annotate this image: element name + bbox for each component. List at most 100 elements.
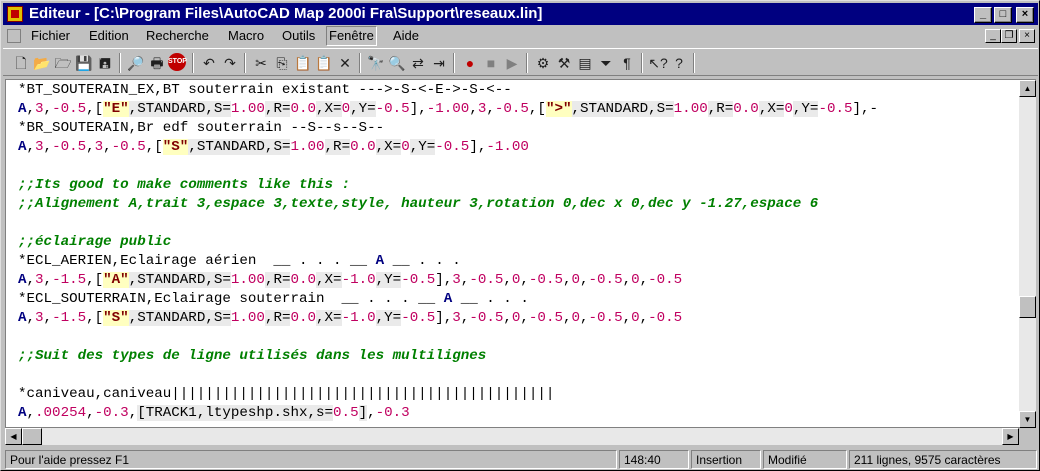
redo-icon[interactable]: ↷ xyxy=(220,53,240,73)
code-token: 1.00 xyxy=(673,101,708,117)
filter-icon[interactable]: ⏷ xyxy=(596,53,616,73)
undo-icon[interactable]: ↶ xyxy=(199,53,219,73)
stop-record-icon[interactable]: ■ xyxy=(481,53,501,73)
code-token: 1.00 xyxy=(230,272,265,288)
text-editor[interactable]: *BT_SOUTERAIN_EX,BT souterrain existant … xyxy=(5,79,1019,428)
paste-special-icon[interactable]: 📋 xyxy=(314,53,334,73)
editor-window: Editeur - [C:\Program Files\AutoCAD Map … xyxy=(0,0,1040,471)
find-file-icon[interactable]: 🔎 xyxy=(126,53,146,73)
open-folder-icon[interactable]: 🗁 xyxy=(53,53,73,73)
menu-edition[interactable]: Edition xyxy=(89,26,129,46)
code-line[interactable]: *BR_SOUTERAIN,Br edf souterrain --S--s--… xyxy=(18,119,384,138)
open-icon[interactable]: 📂 xyxy=(32,53,52,73)
scroll-left-icon[interactable]: ◀ xyxy=(5,428,22,445)
code-token: ,Y= xyxy=(409,139,436,155)
code-line[interactable]: *BT_SOUTERAIN_EX,BT souterrain existant … xyxy=(18,81,512,100)
horizontal-scrollbar[interactable]: ◀ ▶ xyxy=(5,428,1019,445)
menu-recherche[interactable]: Recherche xyxy=(146,26,209,46)
code-line[interactable]: A,3,-0.5,3,-0.5,["S",STANDARD,S=1.00,R=0… xyxy=(18,138,529,157)
new-icon[interactable]: 🗋 xyxy=(11,53,31,73)
code-line[interactable]: A,3,-1.5,["A",STANDARD,S=1.00,R=0.0,X=-1… xyxy=(18,271,682,290)
save-icon[interactable]: 💾 xyxy=(74,53,94,73)
paste-icon[interactable]: 📋 xyxy=(293,53,313,73)
code-line[interactable]: ;;éclairage public xyxy=(18,233,171,252)
code-token: 0.5 xyxy=(333,405,359,421)
maximize-button[interactable]: □ xyxy=(994,7,1012,23)
code-line[interactable]: ;;Suit des types de ligne utilisés dans … xyxy=(18,347,486,366)
stop-icon[interactable]: STOP xyxy=(168,53,187,71)
print-icon[interactable]: 🖶 xyxy=(147,53,167,73)
delete-icon[interactable]: ✕ xyxy=(335,53,355,73)
code-token: ], xyxy=(435,272,453,288)
code-token: ,R= xyxy=(264,310,291,326)
horizontal-scroll-thumb[interactable] xyxy=(22,428,42,445)
copy-icon[interactable]: ⎘ xyxy=(272,53,292,73)
code-token: 3 xyxy=(452,272,461,288)
code-token: 1.00 xyxy=(230,101,265,117)
window-icon[interactable]: ▤ xyxy=(575,53,595,73)
save-all-icon[interactable]: 🖪 xyxy=(95,53,115,73)
help-icon[interactable]: ? xyxy=(669,53,689,73)
mdi-close-button[interactable]: × xyxy=(1019,29,1035,43)
code-line[interactable]: ;;Alignement A,trait 3,espace 3,texte,st… xyxy=(18,195,818,214)
menu-fichier[interactable]: Fichier xyxy=(31,26,70,46)
code-token: , xyxy=(43,310,53,326)
code-token: , xyxy=(580,310,589,326)
scroll-up-icon[interactable]: ▲ xyxy=(1019,80,1036,97)
code-token: ,Y= xyxy=(375,272,402,288)
macro-icon[interactable]: ⚙ xyxy=(533,53,553,73)
code-token: , xyxy=(622,272,632,288)
scroll-right-icon[interactable]: ▶ xyxy=(1002,428,1019,445)
tools-icon[interactable]: ⚒ xyxy=(554,53,574,73)
menu-aide[interactable]: Aide xyxy=(393,26,419,46)
status-position: 148:40 xyxy=(619,450,689,469)
code-token: -0.5 xyxy=(52,101,87,117)
code-token: -0.5 xyxy=(401,310,436,326)
code-token: ,X= xyxy=(375,139,402,155)
code-token: 0.0 xyxy=(290,272,317,288)
code-token: *caniveau,caniveau||||||||||||||||||||||… xyxy=(18,386,555,402)
code-line[interactable]: *ECL_AERIEN,Eclairage aérien __ . . . __… xyxy=(18,252,461,271)
title-bar[interactable]: Editeur - [C:\Program Files\AutoCAD Map … xyxy=(3,3,1038,25)
mdi-minimize-button[interactable]: _ xyxy=(985,29,1001,43)
code-token: , xyxy=(26,101,36,117)
replace-icon[interactable]: ⇄ xyxy=(408,53,428,73)
play-icon[interactable]: ▶ xyxy=(502,53,522,73)
code-token: -1.00 xyxy=(486,139,529,155)
context-help-icon[interactable]: ↖? xyxy=(648,53,668,73)
code-line[interactable]: *ECL_SOUTERRAIN,Eclairage souterrain __ … xyxy=(18,290,529,309)
goto-icon[interactable]: ⇥ xyxy=(429,53,449,73)
toolbar-separator xyxy=(119,53,121,73)
find-next-icon[interactable]: 🔍 xyxy=(387,53,407,73)
minimize-button[interactable]: _ xyxy=(974,7,992,23)
mdi-restore-button[interactable]: ❐ xyxy=(1001,29,1017,43)
menu-fenetre[interactable]: Fenêtre xyxy=(326,26,377,46)
code-token: -0.3 xyxy=(375,405,410,421)
code-token: -0.5 xyxy=(494,101,529,117)
code-line[interactable]: *caniveau,caniveau||||||||||||||||||||||… xyxy=(18,385,554,404)
code-line[interactable]: A,3,-0.5,["E",STANDARD,S=1.00,R=0.0,X=0,… xyxy=(18,100,878,119)
doc-icon[interactable] xyxy=(7,29,21,43)
close-button[interactable]: × xyxy=(1016,7,1034,23)
menu-outils[interactable]: Outils xyxy=(282,26,315,46)
code-line[interactable]: A,.00254,-0.3,[TRACK1,ltypeshp.shx,s=0.5… xyxy=(18,404,410,423)
menu-macro[interactable]: Macro xyxy=(228,26,264,46)
find-icon[interactable]: 🔭 xyxy=(366,53,386,73)
code-token: ,STANDARD,S= xyxy=(128,272,231,288)
app-icon[interactable] xyxy=(7,6,23,22)
status-info: 211 lignes, 9575 caractères xyxy=(849,450,1037,469)
code-token: -0.5 xyxy=(375,101,410,117)
code-line[interactable]: A,3,-1.5,["S",STANDARD,S=1.00,R=0.0,X=-1… xyxy=(18,309,682,328)
vertical-scrollbar[interactable]: ▲ ▼ xyxy=(1019,79,1036,428)
code-token: 3 xyxy=(452,310,461,326)
code-token: -0.5 xyxy=(435,139,470,155)
paragraph-icon[interactable]: ¶ xyxy=(617,53,637,73)
record-icon[interactable]: ● xyxy=(460,53,480,73)
toolbar: 🗋 📂 🗁 💾 🖪 🔎 🖶 STOP ↶ ↷ ✂ ⎘ 📋 📋 ✕ 🔭 🔍 ⇄ ⇥ ● ■ ▶ ⚙ ⚒ ▤ ⏷ ¶ ↖?? xyxy=(3,48,1038,76)
code-line[interactable]: ;;Its good to make comments like this : xyxy=(18,176,350,195)
vertical-scroll-thumb[interactable] xyxy=(1019,296,1036,318)
scroll-down-icon[interactable]: ▼ xyxy=(1019,411,1036,428)
code-token: -1.5 xyxy=(52,272,87,288)
cut-icon[interactable]: ✂ xyxy=(251,53,271,73)
code-token: , xyxy=(43,139,53,155)
